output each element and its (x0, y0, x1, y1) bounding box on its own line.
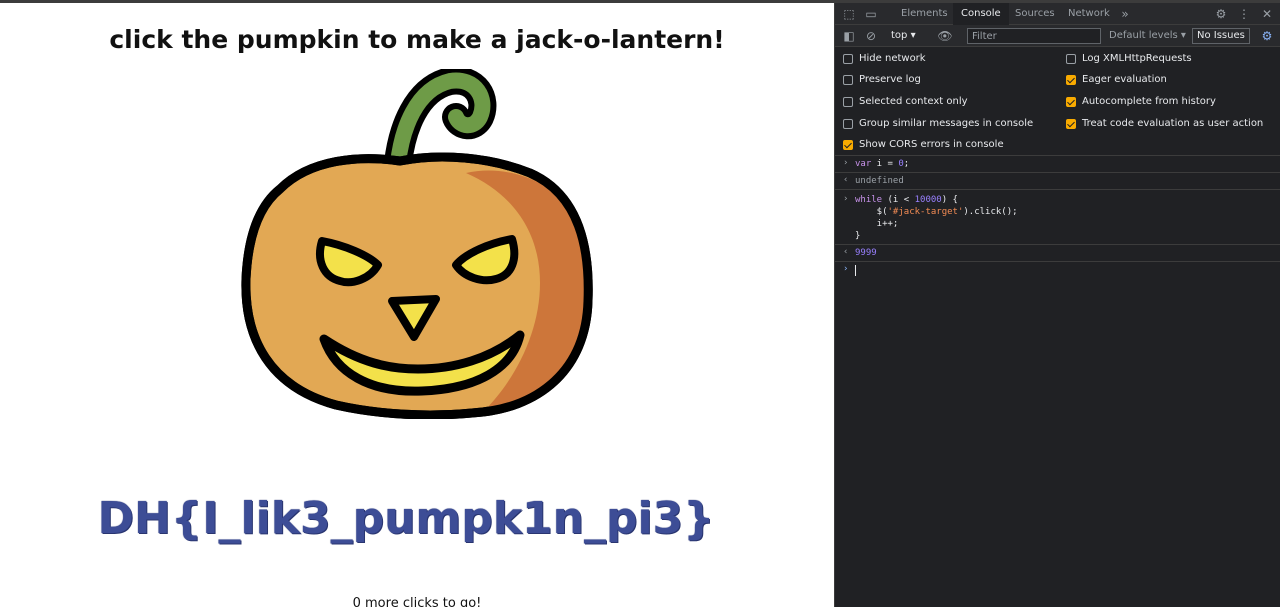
log-levels-select[interactable]: Default levels ▾ (1109, 28, 1186, 44)
kebab-menu-icon[interactable]: ⋮ (1236, 7, 1252, 21)
pumpkin-image[interactable] (240, 69, 596, 419)
console-input-row: › var i = 0; (835, 156, 1280, 173)
setting-hide-network[interactable]: Hide network (843, 52, 926, 66)
setting-eager-eval[interactable]: Eager evaluation (1066, 73, 1167, 87)
checkbox[interactable] (843, 54, 853, 64)
gear-icon[interactable]: ⚙ (1213, 7, 1229, 21)
console-settings: Hide network Preserve log Selected conte… (835, 47, 1280, 156)
live-expression-eye-icon[interactable]: 👁 (937, 29, 953, 43)
inspect-element-icon[interactable]: ⬚ (841, 7, 857, 21)
checkbox[interactable] (843, 75, 853, 85)
setting-show-cors[interactable]: Show CORS errors in console (843, 138, 1004, 152)
checkbox-checked[interactable] (1066, 75, 1076, 85)
setting-selected-context[interactable]: Selected context only (843, 95, 968, 109)
tab-console[interactable]: Console (953, 3, 1009, 25)
console-output: › var i = 0; ‹ undefined › while (i < 10… (835, 156, 1280, 607)
device-toolbar-icon[interactable]: ▭ (863, 7, 879, 21)
tab-sources[interactable]: Sources (1007, 3, 1063, 25)
devtools-tabbar: ⬚ ▭ Elements Console Sources Network » ⚙… (835, 0, 1280, 25)
output-chevron-icon: ‹ (843, 247, 849, 257)
console-settings-gear-icon[interactable]: ⚙ (1259, 29, 1275, 43)
input-chevron-icon: › (843, 158, 849, 168)
page-title: click the pumpkin to make a jack-o-lante… (109, 25, 725, 54)
console-prompt[interactable]: › (835, 262, 1280, 280)
setting-group-similar[interactable]: Group similar messages in console (843, 117, 1033, 131)
tab-elements[interactable]: Elements (893, 3, 956, 25)
console-output-row: ‹ undefined (835, 173, 1280, 190)
context-select[interactable]: top ▾ (891, 28, 916, 44)
text-caret (855, 265, 856, 276)
clear-console-icon[interactable]: ⊘ (863, 29, 879, 43)
checkbox-checked[interactable] (843, 140, 853, 150)
issues-button[interactable]: No Issues (1192, 28, 1250, 44)
input-chevron-icon: › (843, 194, 849, 204)
clicks-remaining-text: 0 more clicks to go! (352, 596, 482, 607)
checkbox-checked[interactable] (1066, 119, 1076, 129)
console-output-row: ‹ 9999 (835, 245, 1280, 262)
checkbox-checked[interactable] (1066, 97, 1076, 107)
prompt-chevron-icon: › (843, 264, 849, 274)
checkbox[interactable] (843, 119, 853, 129)
close-icon[interactable]: ✕ (1259, 7, 1275, 21)
flag-text: DH{I_lik3_pumpk1n_pi3} (97, 493, 715, 544)
checkbox[interactable] (1066, 54, 1076, 64)
sidebar-toggle-icon[interactable]: ◧ (841, 29, 857, 43)
web-page: click the pumpkin to make a jack-o-lante… (0, 0, 834, 607)
setting-preserve-log[interactable]: Preserve log (843, 73, 921, 87)
setting-log-xhr[interactable]: Log XMLHttpRequests (1066, 52, 1192, 66)
console-toolbar: ◧ ⊘ top ▾ 👁 Default levels ▾ No Issues ⚙ (835, 25, 1280, 47)
filter-input[interactable] (967, 28, 1101, 44)
checkbox[interactable] (843, 97, 853, 107)
setting-treat-user-action[interactable]: Treat code evaluation as user action (1066, 117, 1263, 131)
more-tabs-icon[interactable]: » (1117, 7, 1133, 21)
setting-autocomplete-history[interactable]: Autocomplete from history (1066, 95, 1216, 109)
output-chevron-icon: ‹ (843, 175, 849, 185)
console-input-row: › while (i < 10000) { $('#jack-target').… (835, 190, 1280, 245)
tab-network[interactable]: Network (1060, 3, 1118, 25)
devtools-panel: ⬚ ▭ Elements Console Sources Network » ⚙… (834, 0, 1280, 607)
